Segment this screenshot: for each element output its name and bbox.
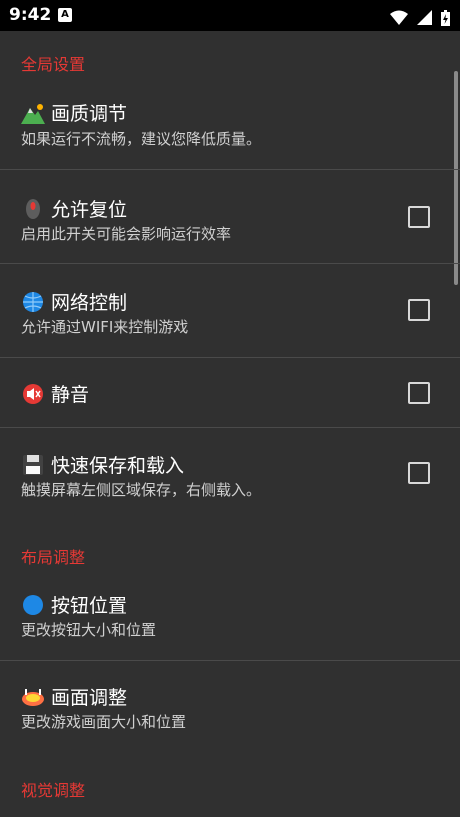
pref-quality-title: 画质调节 <box>51 103 128 125</box>
signal-icon <box>416 10 432 25</box>
section-header-visual: 视觉调整 <box>21 781 86 800</box>
pref-mute-title: 静音 <box>51 384 90 406</box>
pref-buttons-title: 按钮位置 <box>51 595 128 617</box>
status-bar: 9:42 A <box>0 0 460 31</box>
wifi-icon <box>389 10 408 25</box>
globe-icon <box>23 292 43 312</box>
reset-checkbox[interactable] <box>408 206 430 228</box>
pref-quicksave-summary: 触摸屏幕左侧区域保存，右侧载入。 <box>21 481 262 499</box>
pref-screen-title: 画面调整 <box>51 687 128 709</box>
pref-quality[interactable]: 画质调节 如果运行不流畅，建议您降低质量。 <box>0 91 460 169</box>
quicksave-checkbox[interactable] <box>408 462 430 484</box>
status-icons <box>386 7 450 26</box>
battery-charging-icon <box>441 9 450 26</box>
section-header-global: 全局设置 <box>21 55 86 74</box>
pref-network[interactable]: 网络控制 允许通过WIFI来控制游戏 <box>0 264 460 357</box>
status-time: 9:42 <box>9 5 52 25</box>
settings-list[interactable]: 全局设置 画质调节 如果运行不流畅，建议您降低质量。 允许复位 启用此开关可能会… <box>0 31 460 817</box>
mouse-icon <box>26 199 40 219</box>
pref-quicksave-title: 快速保存和载入 <box>51 455 185 477</box>
pref-reset-title: 允许复位 <box>51 199 128 221</box>
mountain-icon <box>21 104 45 124</box>
mute-checkbox[interactable] <box>408 382 430 404</box>
pref-network-summary: 允许通过WIFI来控制游戏 <box>21 318 189 336</box>
pref-screen-summary: 更改游戏画面大小和位置 <box>21 713 187 731</box>
floppy-disk-icon <box>23 455 43 475</box>
notification-icon: A <box>58 8 72 22</box>
pref-buttons[interactable]: 按钮位置 更改按钮大小和位置 <box>0 581 460 660</box>
pref-network-title: 网络控制 <box>51 292 128 314</box>
stadium-icon <box>22 689 44 706</box>
pref-mute[interactable]: 静音 <box>0 358 460 427</box>
network-checkbox[interactable] <box>408 299 430 321</box>
muted-speaker-icon <box>23 384 43 404</box>
pref-quality-summary: 如果运行不流畅，建议您降低质量。 <box>21 130 262 148</box>
blue-circle-icon <box>23 595 43 615</box>
pref-screen[interactable]: 画面调整 更改游戏画面大小和位置 <box>0 661 460 756</box>
pref-reset[interactable]: 允许复位 启用此开关可能会影响运行效率 <box>0 170 460 263</box>
pref-reset-summary: 启用此开关可能会影响运行效率 <box>21 225 232 243</box>
pref-buttons-summary: 更改按钮大小和位置 <box>21 621 157 639</box>
section-header-layout: 布局调整 <box>21 548 86 567</box>
pref-quicksave[interactable]: 快速保存和载入 触摸屏幕左侧区域保存，右侧载入。 <box>0 428 460 523</box>
